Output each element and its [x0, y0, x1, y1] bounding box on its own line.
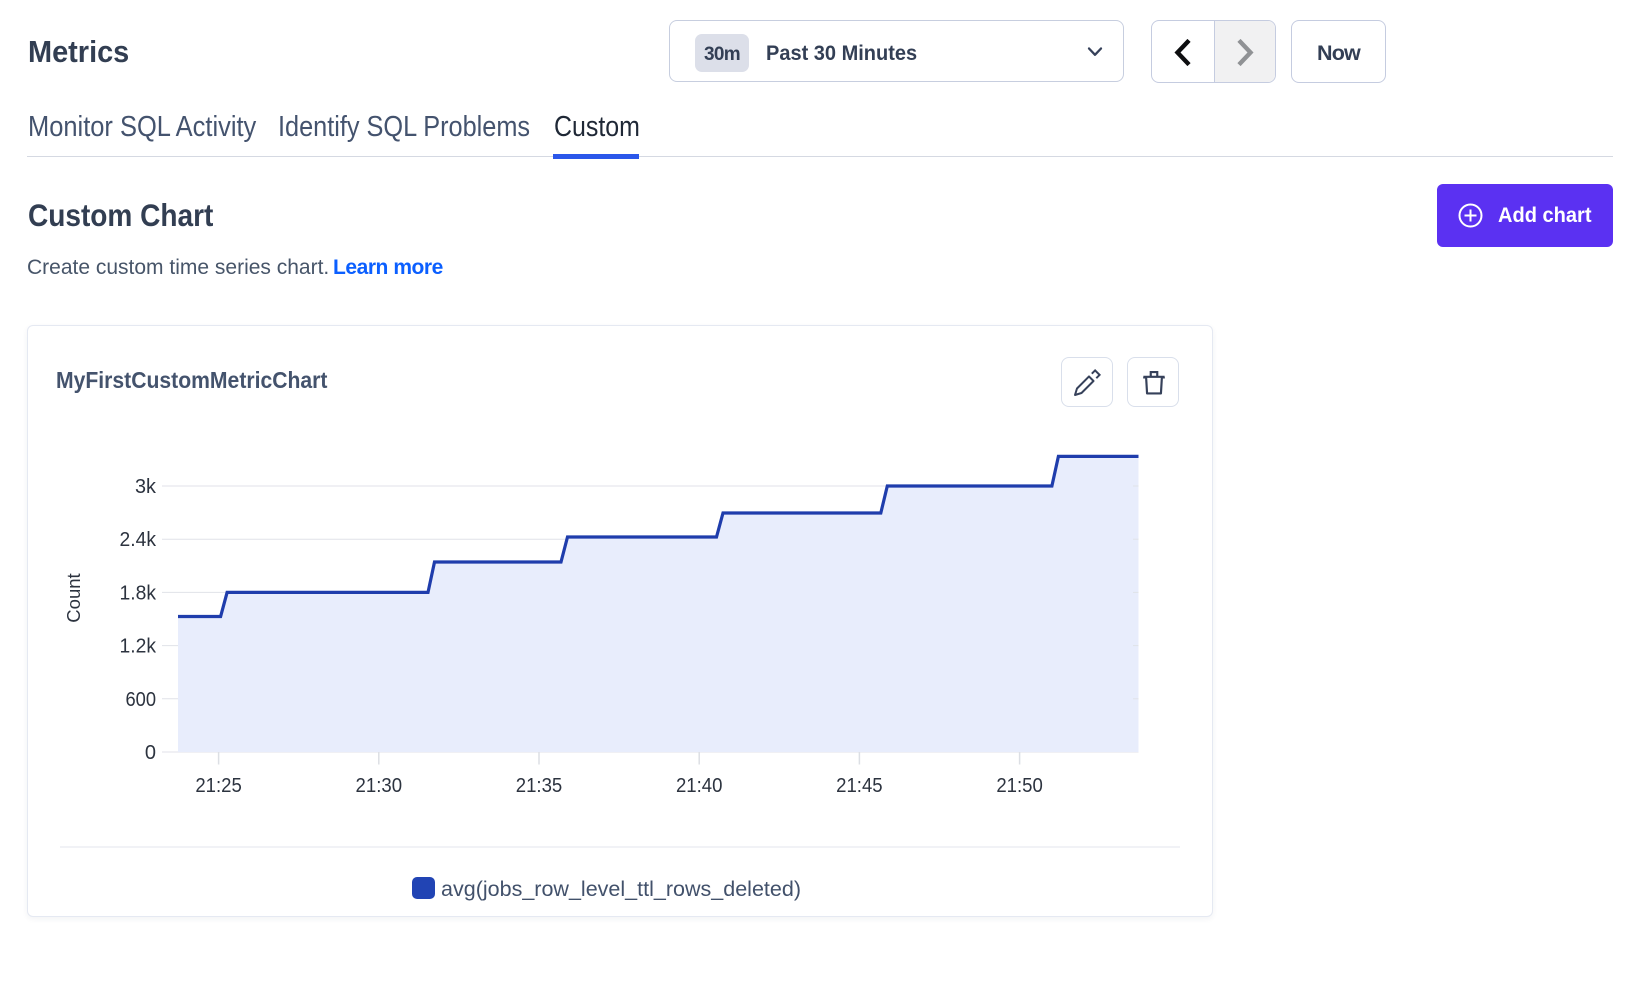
- svg-text:3k: 3k: [135, 476, 157, 498]
- svg-text:2.4k: 2.4k: [120, 529, 157, 551]
- svg-text:21:35: 21:35: [516, 775, 563, 797]
- svg-text:1.8k: 1.8k: [120, 582, 157, 604]
- svg-text:21:25: 21:25: [195, 775, 242, 797]
- svg-text:1.2k: 1.2k: [120, 636, 157, 658]
- svg-text:21:50: 21:50: [996, 775, 1043, 797]
- svg-text:0: 0: [145, 742, 156, 764]
- svg-text:600: 600: [126, 689, 157, 711]
- svg-text:avg(jobs_row_level_ttl_rows_de: avg(jobs_row_level_ttl_rows_deleted): [441, 878, 801, 901]
- svg-text:21:45: 21:45: [836, 775, 883, 797]
- svg-text:Count: Count: [63, 573, 84, 622]
- svg-text:21:30: 21:30: [356, 775, 403, 797]
- svg-text:21:40: 21:40: [676, 775, 723, 797]
